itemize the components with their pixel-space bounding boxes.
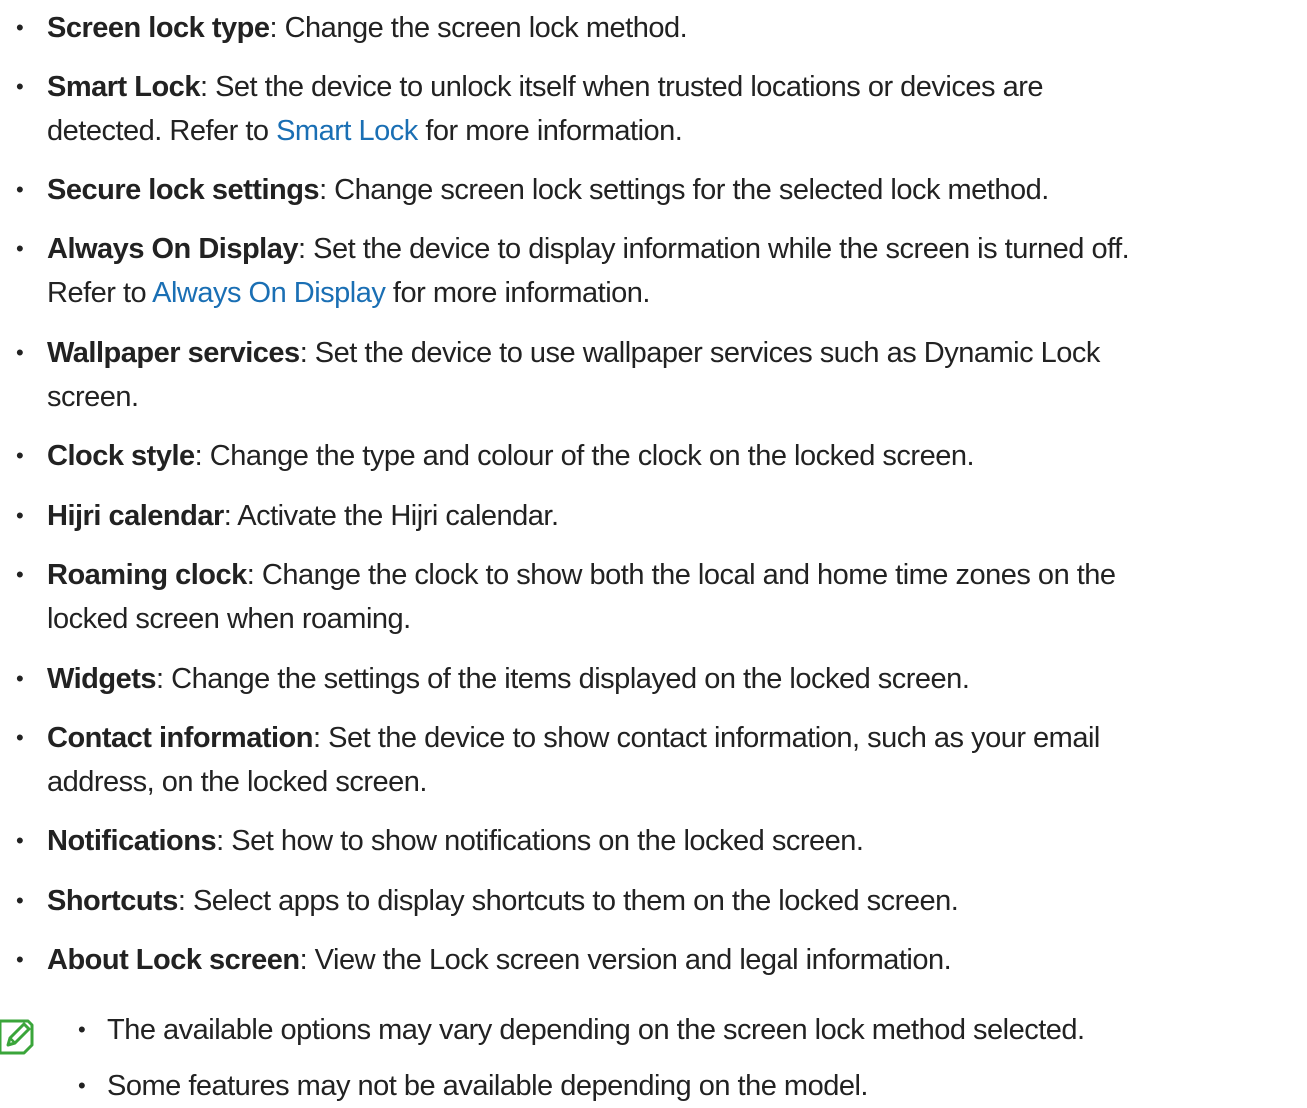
bullet: • [78,1017,86,1042]
bullet: • [16,15,24,40]
bullet: • [78,1073,86,1098]
bullet: • [16,666,24,691]
bullet: • [16,236,24,261]
smart-lock-link[interactable]: Smart Lock [276,115,418,147]
bullet: • [16,947,24,972]
item-text: for more information. [417,115,683,147]
item-text: : Set the device to unlock itself when t… [199,71,1044,103]
item-text: for more information. [385,277,651,309]
item-term: Secure lock settings [47,174,320,206]
bullet: • [16,888,24,913]
item-text: screen. [47,381,139,413]
item-text: : Set the device to use wallpaper servic… [299,337,1101,369]
item-text: : Change the settings of the items displ… [156,663,970,695]
item-text: : Select apps to display shortcuts to th… [177,885,959,917]
bullet: • [16,828,24,853]
item-term: Contact information [47,722,314,754]
note-pencil-icon [0,1019,34,1055]
item-text: : Change screen lock settings for the se… [319,174,1049,206]
item-text: : Change the screen lock method. [269,12,688,44]
item-term: Screen lock type [47,12,270,44]
item-text: locked screen when roaming. [47,603,411,635]
item-term: Clock style [47,440,195,472]
item-text: detected. Refer to [47,115,277,147]
bullet: • [16,725,24,750]
bullet: • [16,503,24,528]
item-text: : View the Lock screen version and legal… [299,944,952,976]
always-on-display-link[interactable]: Always On Display [152,277,386,309]
item-term: Always On Display [47,233,299,265]
item-text: : Change the type and colour of the cloc… [194,440,975,472]
item-term: Shortcuts [47,885,178,917]
item-text: : Activate the Hijri calendar. [223,500,559,532]
bullet: • [16,177,24,202]
item-text: : Change the clock to show both the loca… [246,559,1116,591]
bullet: • [16,74,24,99]
item-term: Wallpaper services [47,337,300,369]
bullet: • [16,340,24,365]
item-term: About Lock screen [47,944,300,976]
bullet: • [16,562,24,587]
item-term: Hijri calendar [47,500,224,532]
note-text: The available options may vary depending… [107,1014,1085,1046]
item-term: Smart Lock [47,71,200,103]
bullet: • [16,443,24,468]
note-text: Some features may not be available depen… [107,1070,868,1102]
item-term: Notifications [47,825,217,857]
item-term: Roaming clock [47,559,247,591]
document-page: • Screen lock type: Change the screen lo… [0,0,1307,1108]
item-text: address, on the locked screen. [47,766,427,798]
item-text: : Set the device to show contact informa… [313,722,1100,754]
item-text: : Set the device to display information … [298,233,1130,265]
item-text: Refer to [47,277,153,309]
item-text: : Set how to show notifications on the l… [216,825,864,857]
item-term: Widgets [47,663,157,695]
